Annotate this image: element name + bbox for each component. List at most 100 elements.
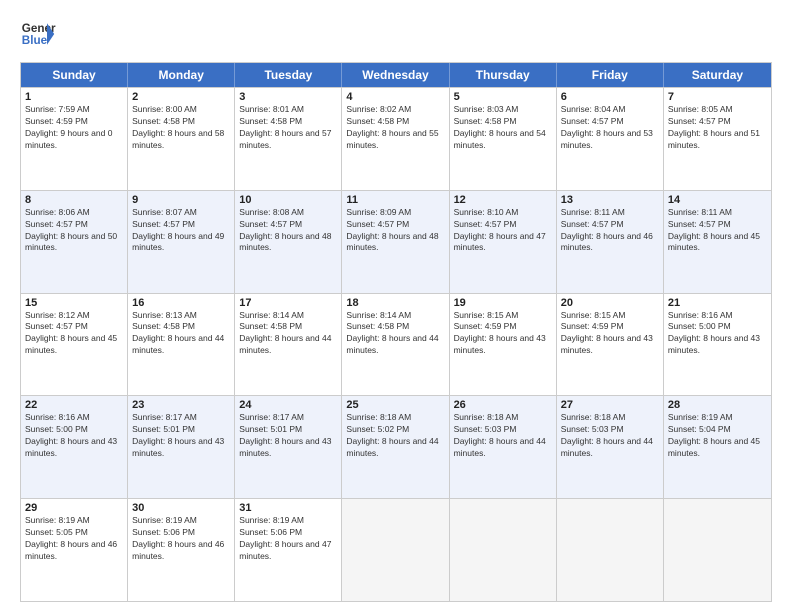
calendar-cell-16: 16Sunrise: 8:13 AMSunset: 4:58 PMDayligh…	[128, 294, 235, 396]
day-number: 25	[346, 399, 444, 411]
calendar-cell-14: 14Sunrise: 8:11 AMSunset: 4:57 PMDayligh…	[664, 191, 771, 293]
day-detail: Sunrise: 8:02 AMSunset: 4:58 PMDaylight:…	[346, 104, 444, 152]
calendar-week-5: 29Sunrise: 8:19 AMSunset: 5:05 PMDayligh…	[21, 498, 771, 601]
calendar-cell-19: 19Sunrise: 8:15 AMSunset: 4:59 PMDayligh…	[450, 294, 557, 396]
day-detail: Sunrise: 8:16 AMSunset: 5:00 PMDaylight:…	[25, 412, 123, 460]
calendar-page: General Blue SundayMondayTuesdayWednesda…	[0, 0, 792, 612]
day-detail: Sunrise: 8:16 AMSunset: 5:00 PMDaylight:…	[668, 310, 767, 358]
day-detail: Sunrise: 8:19 AMSunset: 5:06 PMDaylight:…	[132, 515, 230, 563]
day-detail: Sunrise: 8:01 AMSunset: 4:58 PMDaylight:…	[239, 104, 337, 152]
calendar-week-1: 1Sunrise: 7:59 AMSunset: 4:59 PMDaylight…	[21, 87, 771, 190]
calendar-cell-empty	[664, 499, 771, 601]
day-number: 18	[346, 297, 444, 309]
calendar-cell-empty	[557, 499, 664, 601]
calendar-body: 1Sunrise: 7:59 AMSunset: 4:59 PMDaylight…	[21, 87, 771, 601]
day-number: 4	[346, 91, 444, 103]
calendar-cell-11: 11Sunrise: 8:09 AMSunset: 4:57 PMDayligh…	[342, 191, 449, 293]
day-detail: Sunrise: 8:19 AMSunset: 5:05 PMDaylight:…	[25, 515, 123, 563]
day-number: 23	[132, 399, 230, 411]
day-header-wednesday: Wednesday	[342, 63, 449, 87]
day-detail: Sunrise: 8:15 AMSunset: 4:59 PMDaylight:…	[454, 310, 552, 358]
calendar-cell-8: 8Sunrise: 8:06 AMSunset: 4:57 PMDaylight…	[21, 191, 128, 293]
calendar-cell-18: 18Sunrise: 8:14 AMSunset: 4:58 PMDayligh…	[342, 294, 449, 396]
logo-icon: General Blue	[20, 16, 56, 52]
day-number: 3	[239, 91, 337, 103]
day-detail: Sunrise: 8:11 AMSunset: 4:57 PMDaylight:…	[561, 207, 659, 255]
calendar-week-4: 22Sunrise: 8:16 AMSunset: 5:00 PMDayligh…	[21, 395, 771, 498]
day-detail: Sunrise: 8:05 AMSunset: 4:57 PMDaylight:…	[668, 104, 767, 152]
day-detail: Sunrise: 8:07 AMSunset: 4:57 PMDaylight:…	[132, 207, 230, 255]
day-number: 2	[132, 91, 230, 103]
calendar-cell-21: 21Sunrise: 8:16 AMSunset: 5:00 PMDayligh…	[664, 294, 771, 396]
day-header-sunday: Sunday	[21, 63, 128, 87]
day-number: 13	[561, 194, 659, 206]
calendar-cell-30: 30Sunrise: 8:19 AMSunset: 5:06 PMDayligh…	[128, 499, 235, 601]
calendar-cell-1: 1Sunrise: 7:59 AMSunset: 4:59 PMDaylight…	[21, 88, 128, 190]
day-detail: Sunrise: 8:18 AMSunset: 5:03 PMDaylight:…	[454, 412, 552, 460]
calendar-cell-24: 24Sunrise: 8:17 AMSunset: 5:01 PMDayligh…	[235, 396, 342, 498]
day-number: 31	[239, 502, 337, 514]
calendar-cell-10: 10Sunrise: 8:08 AMSunset: 4:57 PMDayligh…	[235, 191, 342, 293]
day-number: 26	[454, 399, 552, 411]
day-detail: Sunrise: 8:18 AMSunset: 5:02 PMDaylight:…	[346, 412, 444, 460]
day-number: 28	[668, 399, 767, 411]
day-number: 7	[668, 91, 767, 103]
calendar-cell-12: 12Sunrise: 8:10 AMSunset: 4:57 PMDayligh…	[450, 191, 557, 293]
calendar-cell-29: 29Sunrise: 8:19 AMSunset: 5:05 PMDayligh…	[21, 499, 128, 601]
calendar-cell-empty	[342, 499, 449, 601]
calendar-cell-28: 28Sunrise: 8:19 AMSunset: 5:04 PMDayligh…	[664, 396, 771, 498]
day-header-tuesday: Tuesday	[235, 63, 342, 87]
day-detail: Sunrise: 8:13 AMSunset: 4:58 PMDaylight:…	[132, 310, 230, 358]
calendar-cell-empty	[450, 499, 557, 601]
day-number: 27	[561, 399, 659, 411]
calendar-cell-23: 23Sunrise: 8:17 AMSunset: 5:01 PMDayligh…	[128, 396, 235, 498]
day-number: 11	[346, 194, 444, 206]
day-number: 8	[25, 194, 123, 206]
day-number: 24	[239, 399, 337, 411]
calendar-cell-20: 20Sunrise: 8:15 AMSunset: 4:59 PMDayligh…	[557, 294, 664, 396]
day-number: 6	[561, 91, 659, 103]
day-detail: Sunrise: 8:11 AMSunset: 4:57 PMDaylight:…	[668, 207, 767, 255]
day-detail: Sunrise: 8:00 AMSunset: 4:58 PMDaylight:…	[132, 104, 230, 152]
header: General Blue	[20, 16, 772, 52]
day-number: 17	[239, 297, 337, 309]
day-detail: Sunrise: 8:19 AMSunset: 5:06 PMDaylight:…	[239, 515, 337, 563]
calendar-week-2: 8Sunrise: 8:06 AMSunset: 4:57 PMDaylight…	[21, 190, 771, 293]
calendar-cell-22: 22Sunrise: 8:16 AMSunset: 5:00 PMDayligh…	[21, 396, 128, 498]
calendar-cell-4: 4Sunrise: 8:02 AMSunset: 4:58 PMDaylight…	[342, 88, 449, 190]
calendar-cell-25: 25Sunrise: 8:18 AMSunset: 5:02 PMDayligh…	[342, 396, 449, 498]
day-detail: Sunrise: 8:09 AMSunset: 4:57 PMDaylight:…	[346, 207, 444, 255]
calendar-cell-17: 17Sunrise: 8:14 AMSunset: 4:58 PMDayligh…	[235, 294, 342, 396]
day-detail: Sunrise: 8:14 AMSunset: 4:58 PMDaylight:…	[239, 310, 337, 358]
day-detail: Sunrise: 8:12 AMSunset: 4:57 PMDaylight:…	[25, 310, 123, 358]
day-number: 29	[25, 502, 123, 514]
logo: General Blue	[20, 16, 56, 52]
day-detail: Sunrise: 8:06 AMSunset: 4:57 PMDaylight:…	[25, 207, 123, 255]
day-header-friday: Friday	[557, 63, 664, 87]
day-detail: Sunrise: 8:04 AMSunset: 4:57 PMDaylight:…	[561, 104, 659, 152]
day-detail: Sunrise: 8:14 AMSunset: 4:58 PMDaylight:…	[346, 310, 444, 358]
day-number: 19	[454, 297, 552, 309]
day-number: 21	[668, 297, 767, 309]
calendar: SundayMondayTuesdayWednesdayThursdayFrid…	[20, 62, 772, 602]
calendar-header: SundayMondayTuesdayWednesdayThursdayFrid…	[21, 63, 771, 87]
calendar-cell-9: 9Sunrise: 8:07 AMSunset: 4:57 PMDaylight…	[128, 191, 235, 293]
day-number: 14	[668, 194, 767, 206]
day-detail: Sunrise: 8:17 AMSunset: 5:01 PMDaylight:…	[132, 412, 230, 460]
day-number: 16	[132, 297, 230, 309]
day-number: 22	[25, 399, 123, 411]
day-number: 5	[454, 91, 552, 103]
day-detail: Sunrise: 8:10 AMSunset: 4:57 PMDaylight:…	[454, 207, 552, 255]
svg-text:Blue: Blue	[22, 34, 48, 47]
calendar-cell-6: 6Sunrise: 8:04 AMSunset: 4:57 PMDaylight…	[557, 88, 664, 190]
day-detail: Sunrise: 8:17 AMSunset: 5:01 PMDaylight:…	[239, 412, 337, 460]
calendar-cell-31: 31Sunrise: 8:19 AMSunset: 5:06 PMDayligh…	[235, 499, 342, 601]
day-detail: Sunrise: 8:03 AMSunset: 4:58 PMDaylight:…	[454, 104, 552, 152]
day-number: 9	[132, 194, 230, 206]
day-number: 1	[25, 91, 123, 103]
calendar-cell-13: 13Sunrise: 8:11 AMSunset: 4:57 PMDayligh…	[557, 191, 664, 293]
day-number: 15	[25, 297, 123, 309]
day-header-thursday: Thursday	[450, 63, 557, 87]
calendar-cell-3: 3Sunrise: 8:01 AMSunset: 4:58 PMDaylight…	[235, 88, 342, 190]
day-detail: Sunrise: 8:15 AMSunset: 4:59 PMDaylight:…	[561, 310, 659, 358]
